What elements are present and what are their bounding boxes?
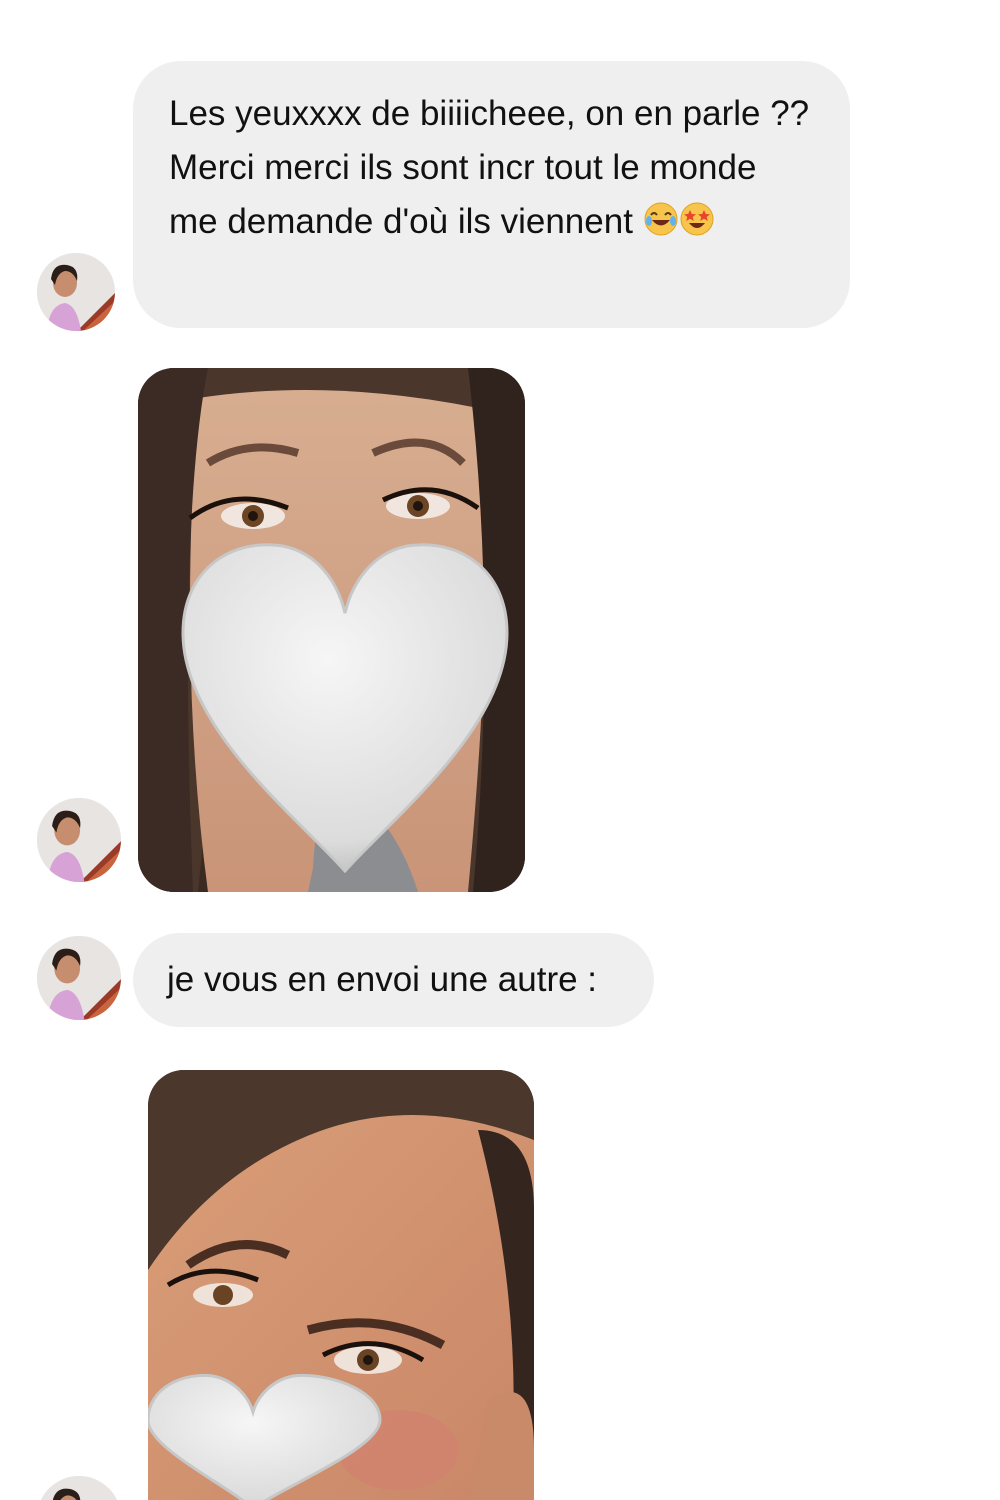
message-text: je vous en envoi une autre : bbox=[167, 960, 598, 999]
sender-avatar[interactable] bbox=[37, 1476, 121, 1500]
face-with-tears-of-joy-icon bbox=[643, 201, 679, 237]
photo-attachment[interactable] bbox=[138, 368, 525, 892]
message-thread: Les yeuxxxx de biiiicheee, on en parle ?… bbox=[0, 0, 1000, 1500]
sender-avatar[interactable] bbox=[37, 798, 121, 882]
message-bubble[interactable]: Les yeuxxxx de biiiicheee, on en parle ?… bbox=[133, 61, 850, 328]
sender-avatar[interactable] bbox=[37, 253, 115, 331]
message-bubble[interactable]: je vous en envoi une autre : bbox=[133, 933, 654, 1027]
star-struck-icon bbox=[679, 201, 715, 237]
photo-attachment[interactable] bbox=[148, 1070, 534, 1500]
sender-avatar[interactable] bbox=[37, 936, 121, 1020]
